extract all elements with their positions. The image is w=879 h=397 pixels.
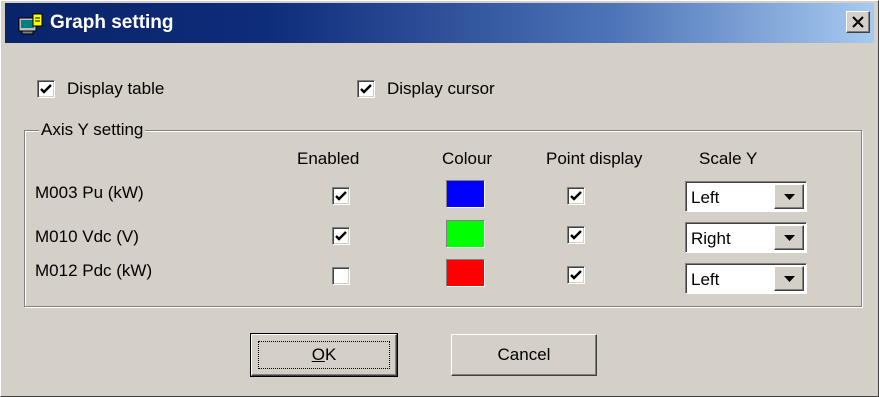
series-label-m003: M003 Pu (kW) bbox=[35, 183, 144, 202]
axis-y-group-title: Axis Y setting bbox=[39, 119, 146, 141]
row2-scale-y-value: Right bbox=[691, 229, 731, 248]
row1-colour-swatch[interactable] bbox=[446, 180, 485, 208]
ok-button-label: OK bbox=[312, 345, 337, 364]
row2-enabled-checkbox[interactable] bbox=[332, 227, 350, 245]
colour-column-header: Colour bbox=[442, 149, 493, 168]
display-table-checkbox[interactable] bbox=[37, 80, 55, 98]
series-label-m010: M010 Vdc (V) bbox=[35, 227, 139, 246]
cancel-button-label: Cancel bbox=[497, 345, 551, 364]
dropdown-button[interactable] bbox=[774, 225, 804, 250]
title-bar[interactable]: Graph setting bbox=[5, 3, 874, 43]
row3-point-display-checkbox[interactable] bbox=[567, 266, 585, 284]
row3-colour-swatch[interactable] bbox=[446, 259, 485, 287]
checkmark-icon bbox=[40, 84, 52, 94]
row2-colour-swatch[interactable] bbox=[446, 220, 485, 248]
row2-point-display-checkbox[interactable] bbox=[567, 226, 585, 244]
ok-button[interactable]: OK bbox=[250, 333, 398, 377]
point-display-column-header: Point display bbox=[546, 149, 643, 168]
enabled-column-header: Enabled bbox=[297, 149, 360, 168]
display-cursor-checkbox[interactable] bbox=[357, 80, 375, 98]
checkmark-icon bbox=[570, 191, 582, 201]
checkmark-icon bbox=[360, 84, 372, 94]
chevron-down-icon bbox=[784, 276, 795, 282]
dropdown-button[interactable] bbox=[774, 184, 804, 209]
row1-enabled-checkbox[interactable] bbox=[332, 187, 350, 205]
scale-y-column-header: Scale Y bbox=[699, 149, 758, 168]
series-label-m012: M012 Pdc (kW) bbox=[35, 261, 153, 280]
row1-point-display-checkbox[interactable] bbox=[567, 187, 585, 205]
checkmark-icon bbox=[570, 230, 582, 240]
checkmark-icon bbox=[335, 191, 347, 201]
display-table-label[interactable]: Display table bbox=[67, 79, 164, 99]
close-x-icon bbox=[852, 16, 864, 28]
window-title: Graph setting bbox=[50, 12, 174, 33]
row3-scale-y-value: Left bbox=[691, 270, 720, 289]
row3-scale-y-select[interactable]: Left bbox=[685, 263, 807, 294]
row2-scale-y-select[interactable]: Right bbox=[685, 222, 807, 253]
close-button[interactable] bbox=[846, 11, 870, 33]
chevron-down-icon bbox=[784, 235, 795, 241]
checkmark-icon bbox=[570, 270, 582, 280]
chevron-down-icon bbox=[784, 194, 795, 200]
display-cursor-label[interactable]: Display cursor bbox=[387, 79, 495, 99]
ok-label-rest: K bbox=[324, 345, 337, 364]
row3-enabled-checkbox[interactable] bbox=[332, 267, 350, 285]
graph-setting-dialog: Graph setting Display table Display curs… bbox=[0, 0, 879, 397]
graph-window-icon bbox=[18, 13, 44, 35]
row1-scale-y-select[interactable]: Left bbox=[685, 181, 807, 212]
checkmark-icon bbox=[335, 231, 347, 241]
row1-scale-y-value: Left bbox=[691, 188, 720, 207]
dropdown-button[interactable] bbox=[774, 266, 804, 291]
cancel-button[interactable]: Cancel bbox=[451, 334, 597, 376]
ok-mnemonic: O bbox=[311, 345, 325, 364]
